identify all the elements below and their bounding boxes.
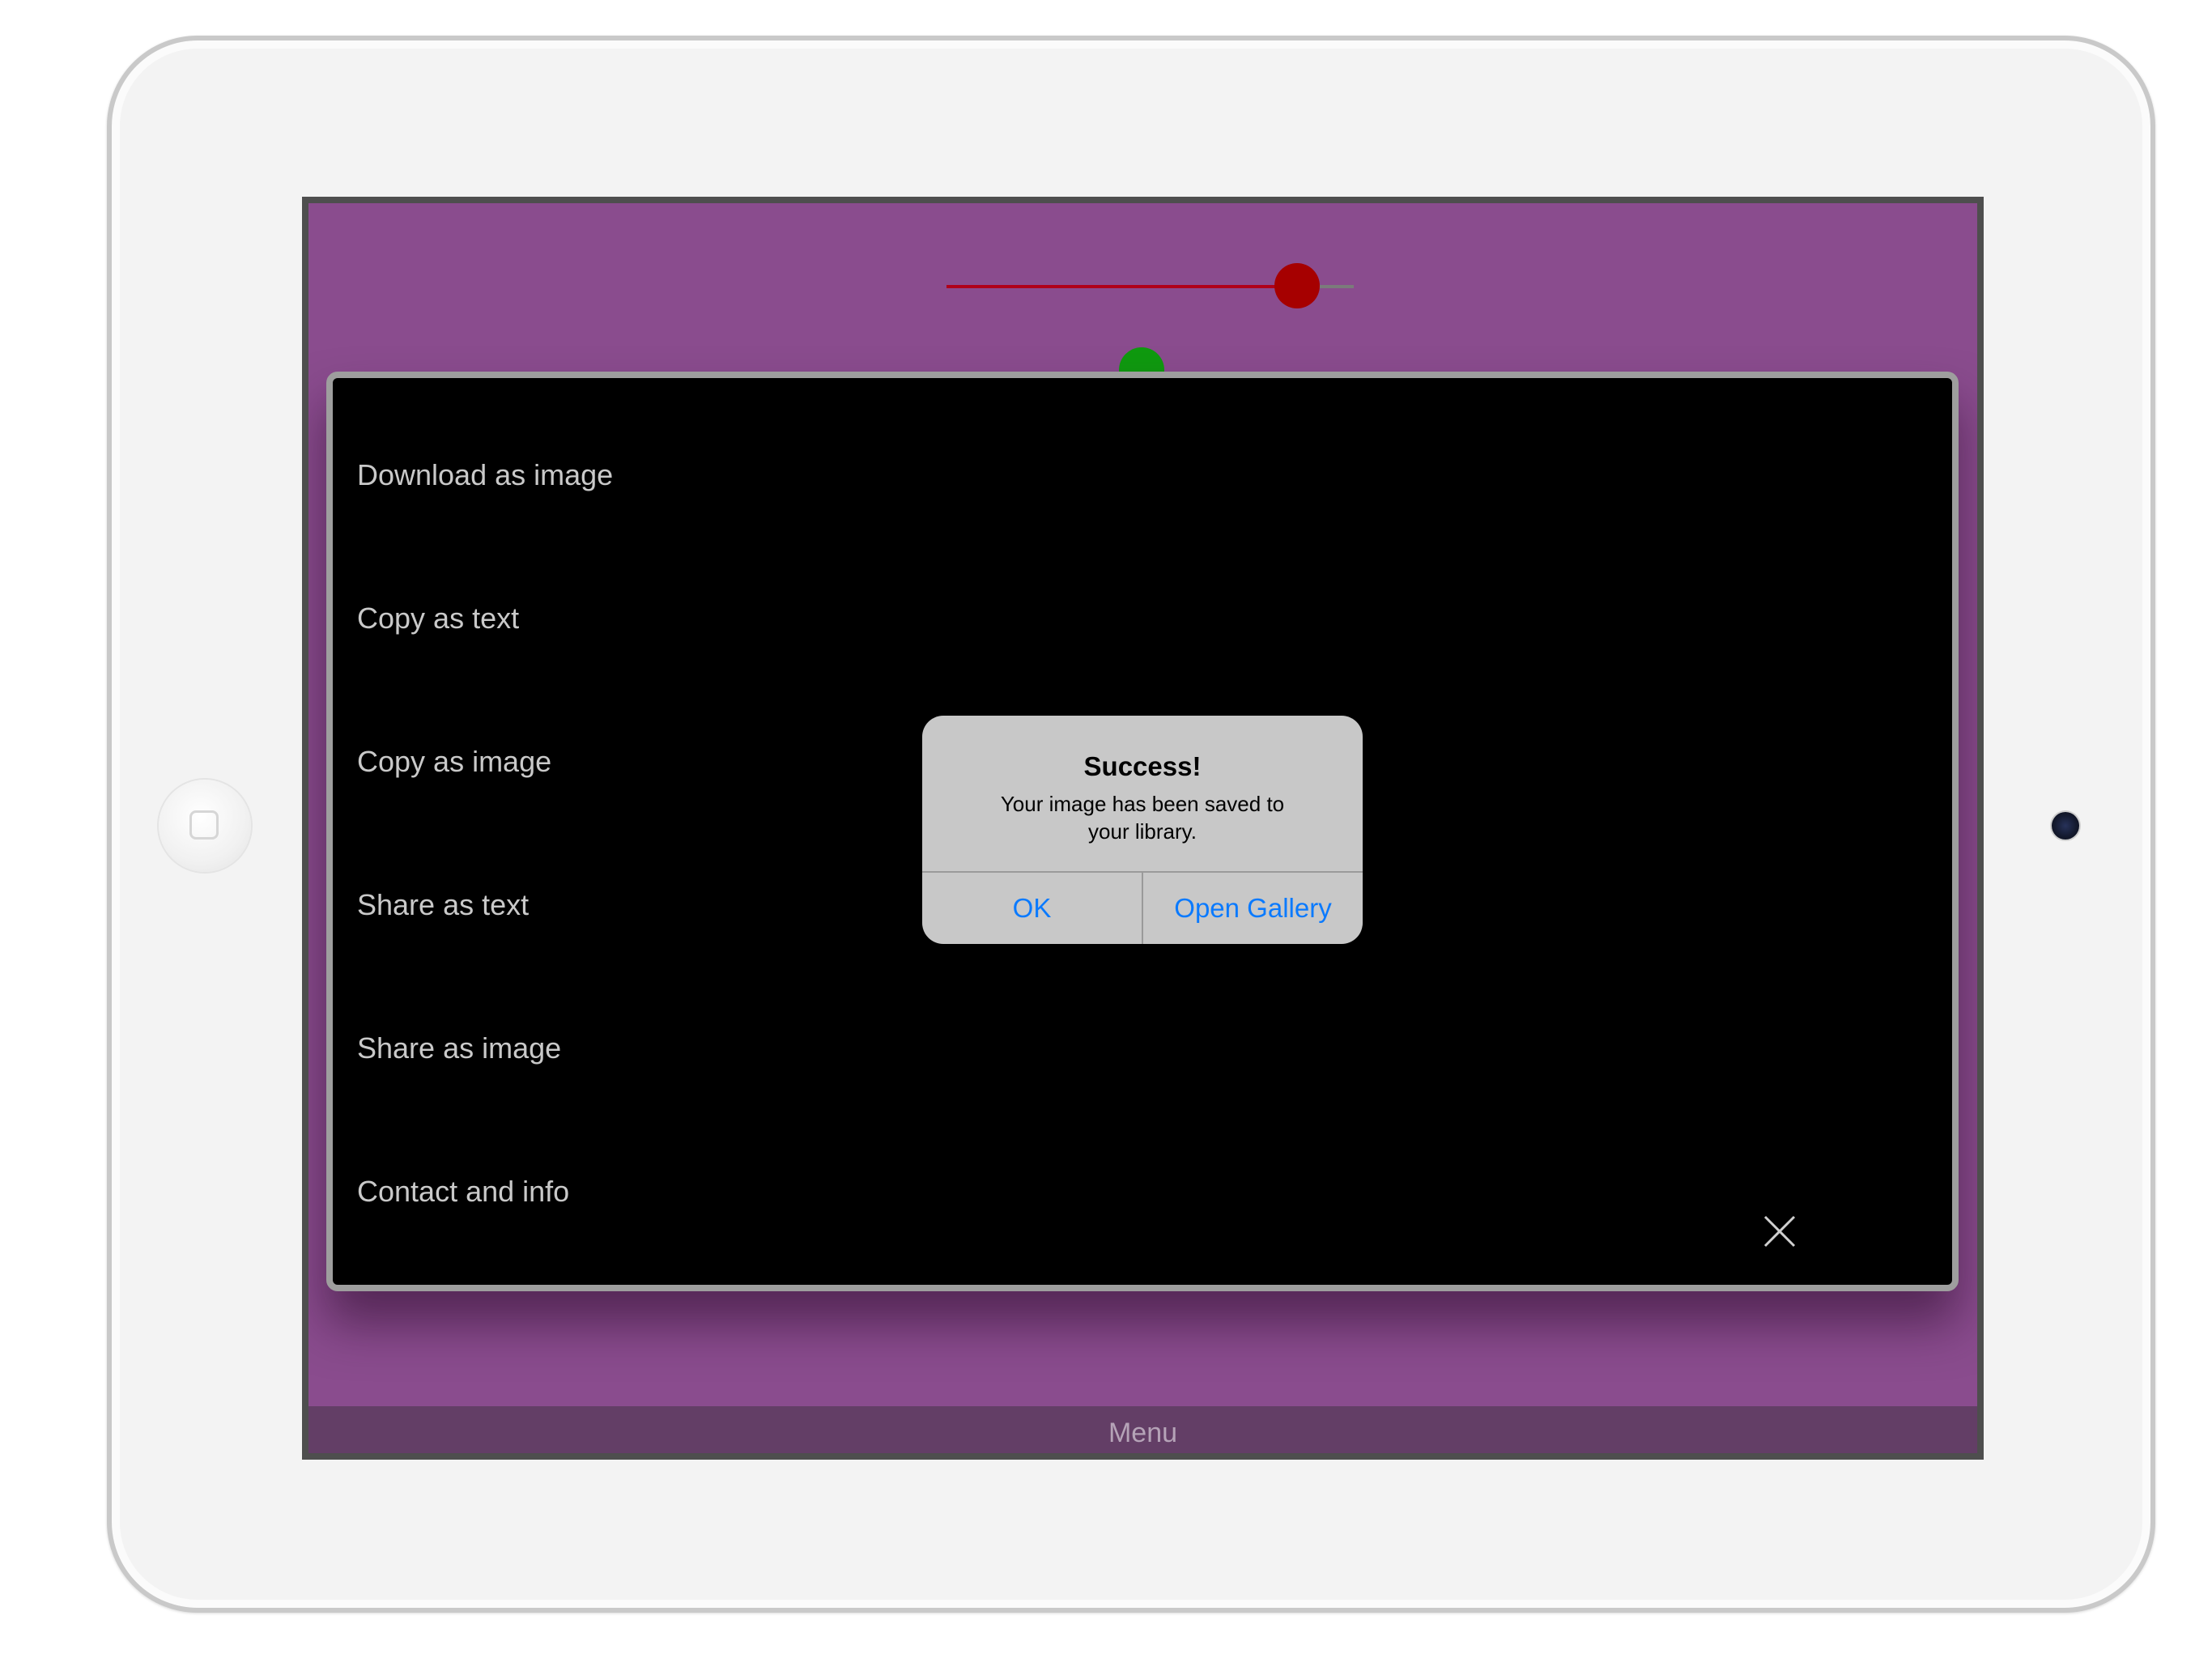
menu-bar[interactable]: Menu bbox=[308, 1406, 1977, 1453]
slider-thumb[interactable] bbox=[1274, 263, 1320, 308]
home-button-glyph-icon bbox=[189, 810, 219, 840]
menu-item-download-as-image[interactable]: Download as image bbox=[357, 435, 1005, 516]
alert-message: Your image has been saved to your librar… bbox=[1000, 792, 1285, 844]
ok-button[interactable]: OK bbox=[922, 873, 1142, 944]
menu-item-contact-and-info[interactable]: Contact and info bbox=[357, 1151, 1005, 1232]
front-camera-icon bbox=[2052, 812, 2079, 840]
menu-item-share-as-text[interactable]: Share as text bbox=[357, 865, 1005, 946]
close-x-icon bbox=[1763, 1215, 1796, 1248]
menu-item-copy-as-text[interactable]: Copy as text bbox=[357, 578, 1005, 659]
close-button[interactable] bbox=[1755, 1207, 1804, 1256]
slider-fill bbox=[946, 285, 1297, 288]
open-gallery-button[interactable]: Open Gallery bbox=[1143, 873, 1363, 944]
menu-item-share-as-image[interactable]: Share as image bbox=[357, 1008, 1005, 1089]
menu-item-copy-as-image[interactable]: Copy as image bbox=[357, 721, 1005, 802]
alert-title: Success! bbox=[1083, 751, 1202, 781]
success-alert: Success! Your image has been saved to yo… bbox=[922, 716, 1363, 944]
home-button[interactable] bbox=[159, 780, 251, 872]
value-slider[interactable] bbox=[946, 263, 1354, 308]
